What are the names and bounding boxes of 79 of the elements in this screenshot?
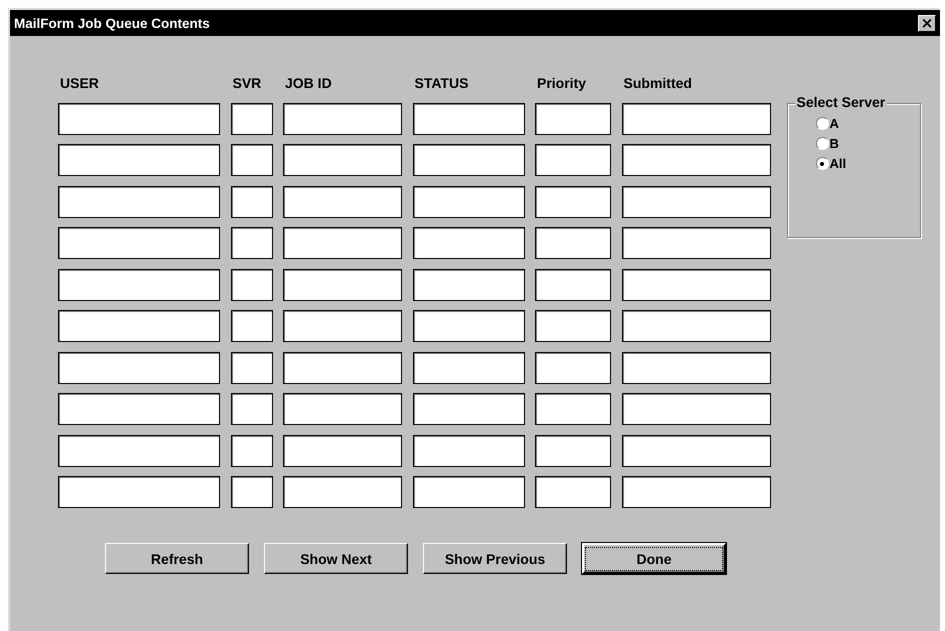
input-field[interactable] [412,352,524,384]
input-field[interactable] [58,352,220,384]
input-field[interactable] [58,476,220,508]
input-field[interactable] [622,186,770,218]
input-field[interactable] [412,227,524,259]
input-field[interactable] [283,476,402,508]
input-field[interactable] [230,102,272,134]
radio-option[interactable]: All [816,156,920,171]
column-header: STATUS [414,75,470,91]
input-field[interactable] [535,186,611,218]
input-field[interactable] [412,434,524,466]
input-field[interactable] [283,102,402,134]
close-button[interactable]: × [918,14,936,32]
input-field[interactable] [622,434,770,466]
input-field[interactable] [283,434,402,466]
input-field[interactable] [230,393,272,425]
radio-option[interactable]: B [816,136,920,151]
input-field[interactable] [412,186,524,218]
input-field[interactable] [283,393,402,425]
input-field[interactable] [283,310,402,342]
input-field[interactable] [535,393,611,425]
input-field[interactable] [230,434,272,466]
input-field[interactable] [283,186,402,218]
input-field[interactable] [535,352,611,384]
input-field[interactable] [622,144,770,176]
input-field[interactable] [622,476,770,508]
input-field[interactable] [412,144,524,176]
input-field[interactable] [412,102,524,134]
input-field[interactable] [535,476,611,508]
input-field[interactable] [535,102,611,134]
input-field[interactable] [230,144,272,176]
input-field[interactable] [58,434,220,466]
input-field[interactable] [622,227,770,259]
dialog-button[interactable]: Show Previous [423,543,567,574]
input-field[interactable] [283,227,402,259]
input-field[interactable] [535,434,611,466]
input-field[interactable] [622,352,770,384]
window-title: MailForm Job Queue Contents [14,16,210,30]
radio-button[interactable] [816,137,828,150]
input-field[interactable] [412,268,524,300]
input-field[interactable] [535,227,611,259]
input-field[interactable] [412,310,524,342]
input-field[interactable] [58,268,220,300]
input-field[interactable] [283,144,402,176]
input-field[interactable] [58,144,220,176]
input-field[interactable] [230,352,272,384]
input-field[interactable] [622,268,770,300]
input-field[interactable] [622,310,770,342]
column-header: Priority [536,75,588,91]
input-field[interactable] [230,186,272,218]
input-field[interactable] [622,102,770,134]
input-field[interactable] [58,227,220,259]
input-field[interactable] [535,144,611,176]
input-field[interactable] [58,102,220,134]
input-field[interactable] [230,476,272,508]
input-field[interactable] [412,393,524,425]
input-field[interactable] [283,268,402,300]
input-field[interactable] [230,227,272,259]
input-field[interactable] [412,476,524,508]
dialog-button[interactable]: Done [582,543,726,574]
radio-button[interactable] [816,117,828,130]
column-header: SVR [232,75,262,91]
group-title: Select Server [794,94,888,110]
dialog-button[interactable]: Show Next [264,543,408,574]
input-field[interactable] [58,310,220,342]
radio-button[interactable] [816,157,828,170]
input-field[interactable] [535,310,611,342]
input-field[interactable] [230,268,272,300]
input-field[interactable] [58,186,220,218]
input-field[interactable] [58,393,220,425]
input-field[interactable] [622,393,770,425]
dialog-button[interactable]: Refresh [105,543,249,574]
input-field[interactable] [283,352,402,384]
input-field[interactable] [535,268,611,300]
input-field[interactable] [230,310,272,342]
radio-option[interactable]: A [816,116,920,131]
column-header: Submitted [622,75,693,91]
column-header: USER [59,75,100,91]
column-header: JOB ID [284,75,333,91]
